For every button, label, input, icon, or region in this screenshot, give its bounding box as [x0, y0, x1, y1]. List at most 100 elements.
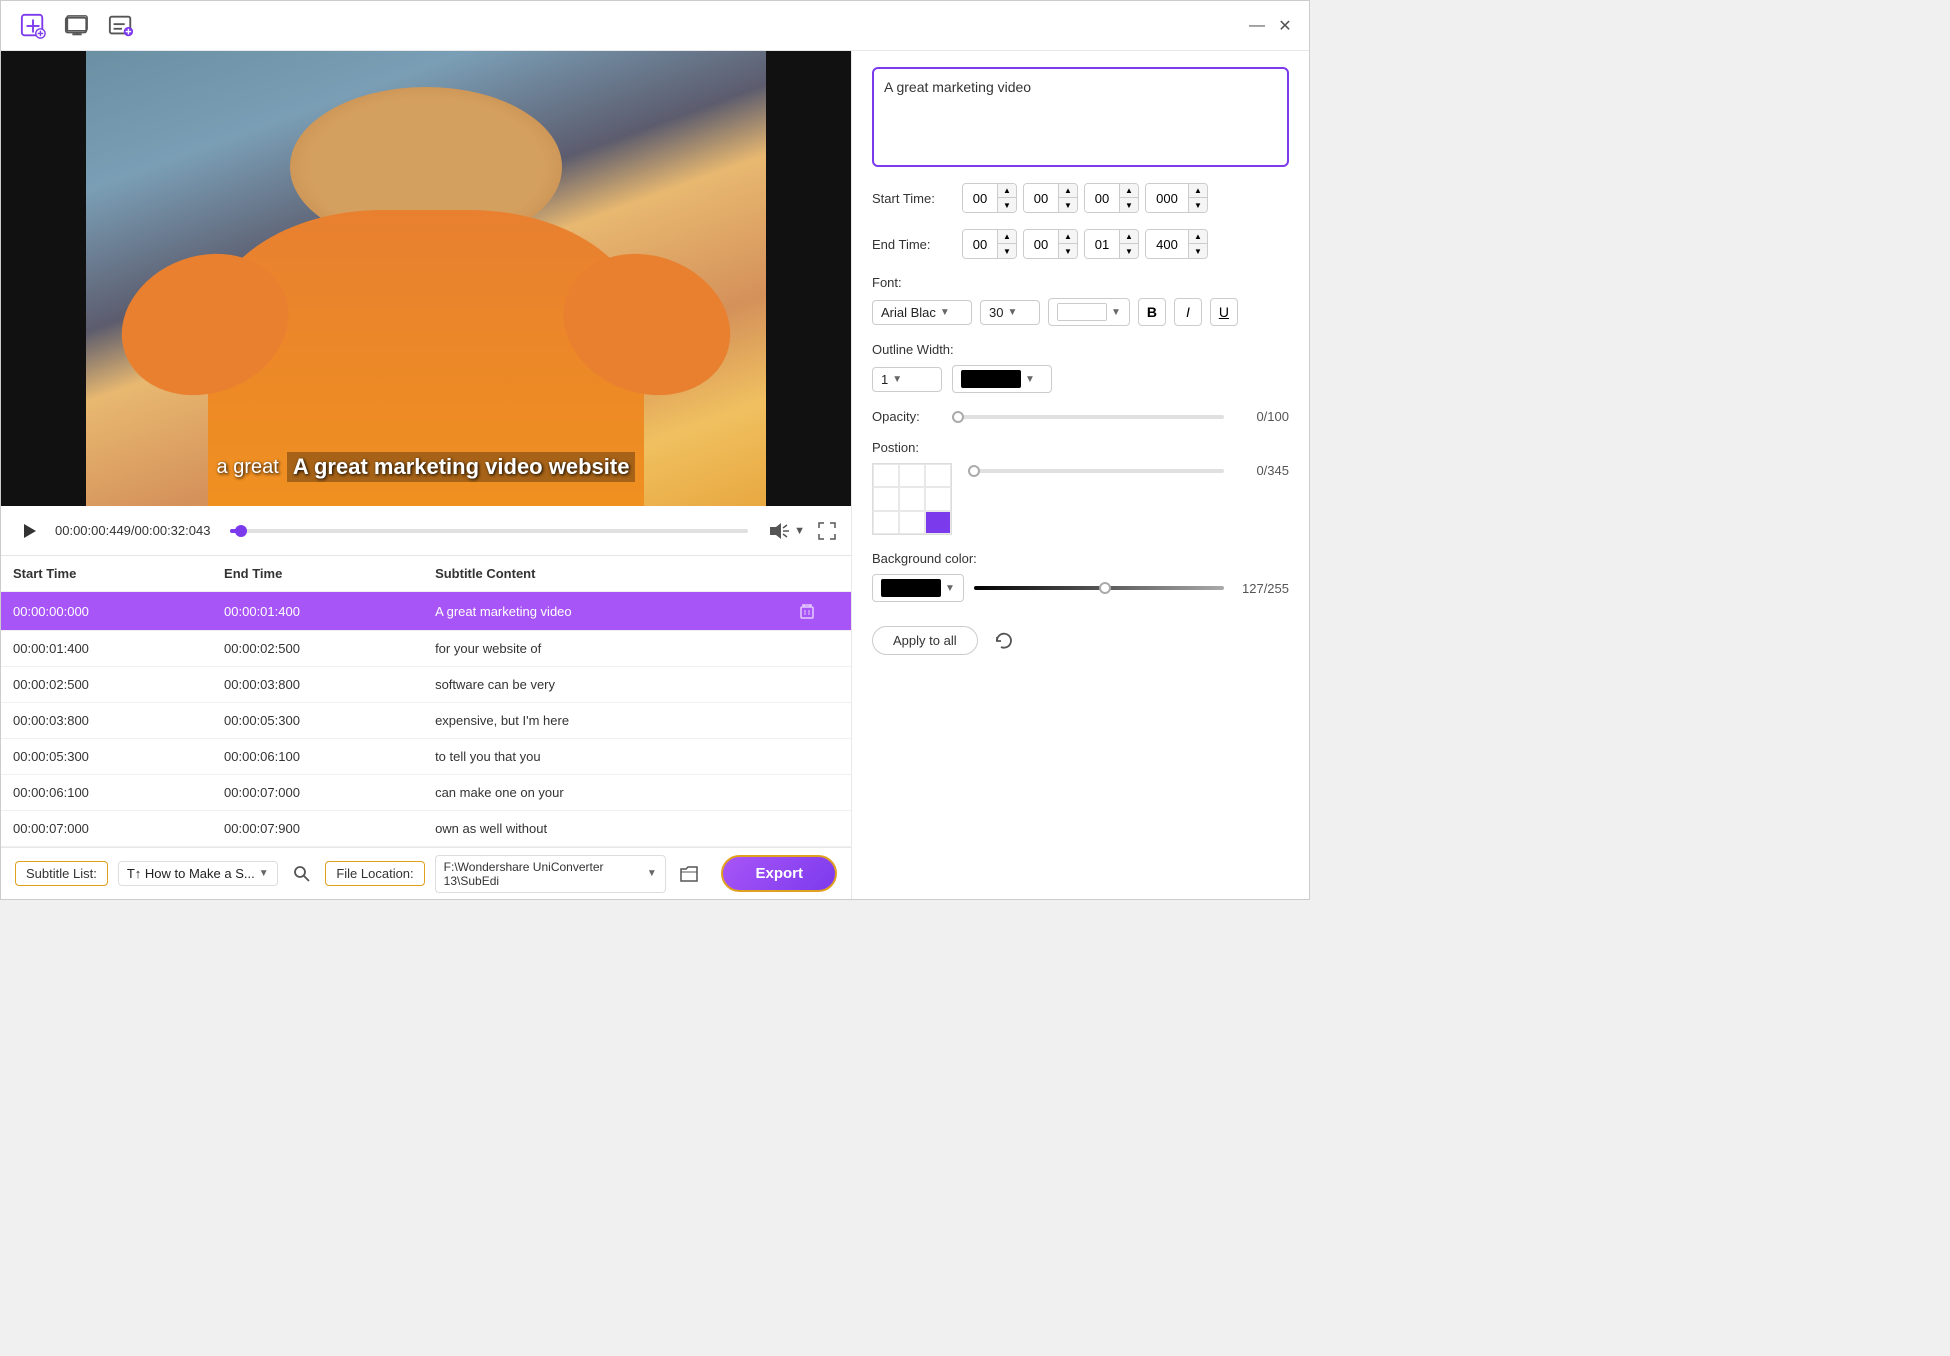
pos-cell-br[interactable]: [925, 511, 951, 534]
pos-cell-bl[interactable]: [873, 511, 899, 534]
subtitle-editor-icon[interactable]: [105, 10, 137, 42]
time-display: 00:00:00:449/00:00:32:043: [55, 523, 210, 538]
start-ms-down[interactable]: ▼: [1189, 198, 1207, 212]
italic-button[interactable]: I: [1174, 298, 1202, 326]
pos-cell-tl[interactable]: [873, 464, 899, 487]
pos-cell-tc[interactable]: [899, 464, 925, 487]
volume-control[interactable]: ▼: [768, 522, 805, 540]
play-button[interactable]: [15, 517, 43, 545]
start-seconds-input[interactable]: [1085, 184, 1119, 212]
font-color-picker[interactable]: ▼: [1048, 298, 1130, 326]
start-minutes-up[interactable]: ▲: [1059, 184, 1077, 198]
end-time-inputs: ▲ ▼ ▲ ▼ ▲: [962, 229, 1208, 259]
end-hours-spinbox[interactable]: ▲ ▼: [962, 229, 1017, 259]
bg-color-picker[interactable]: ▼: [872, 574, 964, 602]
end-seconds-input[interactable]: [1085, 230, 1119, 258]
end-minutes-down[interactable]: ▼: [1059, 244, 1077, 258]
seek-bar[interactable]: [230, 529, 748, 533]
subtitle-small-text: a great: [217, 456, 279, 479]
col-actions: [762, 556, 851, 592]
end-hours-up[interactable]: ▲: [998, 230, 1016, 244]
font-label: Font:: [872, 275, 1289, 290]
row-end-time: 00:00:03:800: [212, 667, 423, 703]
pos-cell-ml[interactable]: [873, 487, 899, 510]
start-seconds-spinbox[interactable]: ▲ ▼: [1084, 183, 1139, 213]
subtitle-file-dropdown[interactable]: T↑ How to Make a S... ▼: [118, 861, 278, 886]
start-seconds-down[interactable]: ▼: [1120, 198, 1138, 212]
col-content: Subtitle Content: [423, 556, 762, 592]
table-row[interactable]: 00:00:07:00000:00:07:900own as well with…: [1, 811, 851, 847]
table-row[interactable]: 00:00:06:10000:00:07:000can make one on …: [1, 775, 851, 811]
end-minutes-spinbox[interactable]: ▲ ▼: [1023, 229, 1078, 259]
end-seconds-spinbox[interactable]: ▲ ▼: [1084, 229, 1139, 259]
end-seconds-down[interactable]: ▼: [1120, 244, 1138, 258]
end-minutes-input[interactable]: [1024, 230, 1058, 258]
table-row[interactable]: 00:00:03:80000:00:05:300expensive, but I…: [1, 703, 851, 739]
bg-opacity-thumb: [1099, 582, 1111, 594]
end-seconds-up[interactable]: ▲: [1120, 230, 1138, 244]
start-ms-up[interactable]: ▲: [1189, 184, 1207, 198]
table-row[interactable]: 00:00:05:30000:00:06:100to tell you that…: [1, 739, 851, 775]
fullscreen-button[interactable]: [817, 521, 837, 541]
row-delete: [762, 739, 851, 775]
end-time-row: End Time: ▲ ▼ ▲ ▼: [872, 229, 1289, 259]
pos-cell-bc[interactable]: [899, 511, 925, 534]
right-panel: A great marketing video Start Time: ▲ ▼: [851, 51, 1309, 899]
reset-button[interactable]: [990, 627, 1018, 655]
pos-cell-tr[interactable]: [925, 464, 951, 487]
start-minutes-down[interactable]: ▼: [1059, 198, 1077, 212]
bg-opacity-slider[interactable]: [974, 586, 1224, 590]
subtitle-table-container: Start Time End Time Subtitle Content 00:…: [1, 556, 851, 847]
position-slider[interactable]: [968, 469, 1224, 473]
player-controls: 00:00:00:449/00:00:32:043 ▼: [1, 506, 851, 556]
start-ms-input[interactable]: [1146, 184, 1188, 212]
start-ms-spinbox[interactable]: ▲ ▼: [1145, 183, 1208, 213]
folder-button[interactable]: [676, 860, 702, 888]
table-row[interactable]: 00:00:02:50000:00:03:800software can be …: [1, 667, 851, 703]
close-button[interactable]: ✕: [1277, 18, 1293, 34]
start-minutes-input[interactable]: [1024, 184, 1058, 212]
end-ms-down[interactable]: ▼: [1189, 244, 1207, 258]
end-ms-spinbox[interactable]: ▲ ▼: [1145, 229, 1208, 259]
start-hours-up[interactable]: ▲: [998, 184, 1016, 198]
add-media-icon[interactable]: [17, 10, 49, 42]
opacity-label: Opacity:: [872, 409, 942, 424]
row-end-time: 00:00:07:000: [212, 775, 423, 811]
opacity-slider[interactable]: [952, 415, 1224, 419]
underline-button[interactable]: U: [1210, 298, 1238, 326]
delete-row-button[interactable]: [774, 602, 839, 620]
bg-color-label: Background color:: [872, 551, 1289, 566]
table-row[interactable]: 00:00:01:40000:00:02:500for your website…: [1, 631, 851, 667]
export-button[interactable]: Export: [721, 855, 837, 892]
row-start-time: 00:00:06:100: [1, 775, 212, 811]
font-size-selector[interactable]: 30 ▼: [980, 300, 1040, 325]
outline-width-selector[interactable]: 1 ▼: [872, 367, 942, 392]
pos-cell-mc[interactable]: [899, 487, 925, 510]
row-delete: [762, 703, 851, 739]
font-section: Font: Arial Blac ▼ 30 ▼ ▼ B I: [872, 275, 1289, 326]
bold-button[interactable]: B: [1138, 298, 1166, 326]
start-minutes-spinbox[interactable]: ▲ ▼: [1023, 183, 1078, 213]
minimize-button[interactable]: —: [1249, 18, 1265, 34]
start-time-row: Start Time: ▲ ▼ ▲ ▼: [872, 183, 1289, 213]
start-hours-input[interactable]: [963, 184, 997, 212]
start-hours-down[interactable]: ▼: [998, 198, 1016, 212]
end-hours-input[interactable]: [963, 230, 997, 258]
start-hours-spinbox[interactable]: ▲ ▼: [962, 183, 1017, 213]
file-path-input[interactable]: F:\Wondershare UniConverter 13\SubEdi ▼: [435, 855, 666, 893]
table-row[interactable]: 00:00:00:00000:00:01:400A great marketin…: [1, 592, 851, 631]
end-hours-down[interactable]: ▼: [998, 244, 1016, 258]
apply-all-button[interactable]: Apply to all: [872, 626, 978, 655]
subtitle-text-input[interactable]: A great marketing video: [872, 67, 1289, 167]
start-seconds-up[interactable]: ▲: [1120, 184, 1138, 198]
font-color-arrow: ▼: [1111, 307, 1121, 318]
screen-record-icon[interactable]: [61, 10, 93, 42]
row-start-time: 00:00:02:500: [1, 667, 212, 703]
pos-cell-mr[interactable]: [925, 487, 951, 510]
outline-color-picker[interactable]: ▼: [952, 365, 1052, 393]
end-ms-up[interactable]: ▲: [1189, 230, 1207, 244]
end-minutes-up[interactable]: ▲: [1059, 230, 1077, 244]
font-family-selector[interactable]: Arial Blac ▼: [872, 300, 972, 325]
end-ms-input[interactable]: [1146, 230, 1188, 258]
search-button[interactable]: [288, 859, 316, 889]
